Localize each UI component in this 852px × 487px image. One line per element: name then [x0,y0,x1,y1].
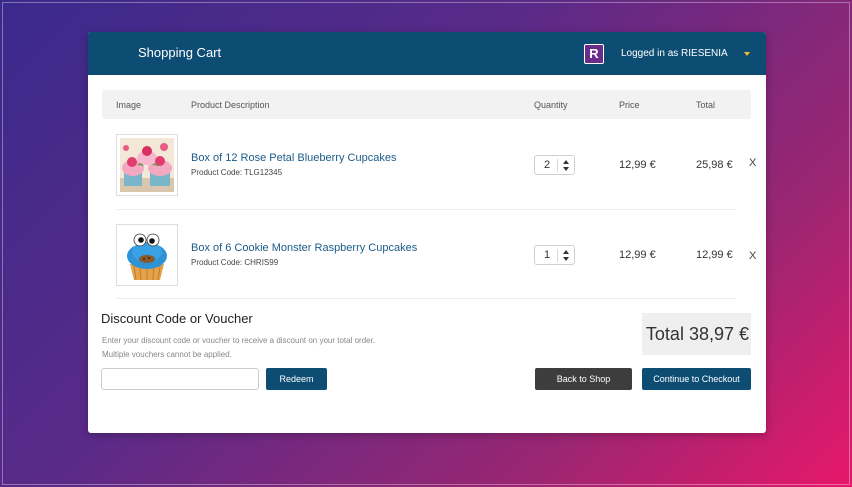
product-code: Product Code: TLG12345 [191,168,283,177]
cupcake-image [120,228,174,282]
sort-arrows-icon[interactable] [563,160,569,171]
redeem-button[interactable]: Redeem [266,368,327,390]
chevron-down-icon[interactable] [744,52,750,56]
product-image-rose-cupcakes[interactable] [116,134,178,196]
table-row: Box of 12 Rose Petal Blueberry Cupcakes … [102,119,756,209]
product-image-cookie-monster-cupcakes[interactable] [116,224,178,286]
user-menu-label[interactable]: Logged in as RIESENIA [621,48,728,59]
quantity-stepper[interactable]: 2 [534,155,575,175]
table-row: Box of 6 Cookie Monster Raspberry Cupcak… [102,209,756,299]
quantity-value: 1 [544,249,551,261]
brand-logo: R [584,44,604,64]
discount-help-line: Multiple vouchers cannot be applied. [102,350,232,359]
product-link[interactable]: Box of 12 Rose Petal Blueberry Cupcakes [191,152,396,164]
cart-header: Shopping Cart R Logged in as RIESENIA [88,32,766,75]
item-total: 12,99 € [696,249,733,261]
product-code: Product Code: CHRIS99 [191,258,279,267]
quantity-stepper[interactable]: 1 [534,245,575,265]
product-link[interactable]: Box of 6 Cookie Monster Raspberry Cupcak… [191,242,417,254]
shopping-cart-card: Shopping Cart R Logged in as RIESENIA Im… [88,32,766,433]
item-total: 25,98 € [696,159,733,171]
item-price: 12,99 € [619,159,656,171]
column-header-description: Product Description [191,100,270,110]
voucher-code-input[interactable] [101,368,259,390]
row-divider [116,298,736,299]
cupcake-image [120,138,174,192]
item-price: 12,99 € [619,249,656,261]
column-header-price: Price [619,100,640,110]
column-header-image: Image [116,100,142,110]
column-header-quantity: Quantity [534,100,568,110]
table-header: Image Product Description Quantity Price… [102,90,751,119]
discount-heading: Discount Code or Voucher [101,311,253,326]
order-total: Total 38,97 € [642,313,751,355]
back-to-shop-button[interactable]: Back to Shop [535,368,632,390]
sort-arrows-icon[interactable] [563,250,569,261]
remove-item-button[interactable]: X [749,250,756,262]
page-title: Shopping Cart [138,45,222,60]
column-header-total: Total [696,100,716,110]
quantity-value: 2 [544,159,551,171]
remove-item-button[interactable]: X [749,157,756,169]
stepper-divider [557,249,558,262]
discount-help-text: Enter your discount code or voucher to r… [102,334,462,362]
stepper-divider [557,159,558,172]
discount-help-line: Enter your discount code or voucher to r… [102,336,376,345]
checkout-button[interactable]: Continue to Checkout [642,368,751,390]
